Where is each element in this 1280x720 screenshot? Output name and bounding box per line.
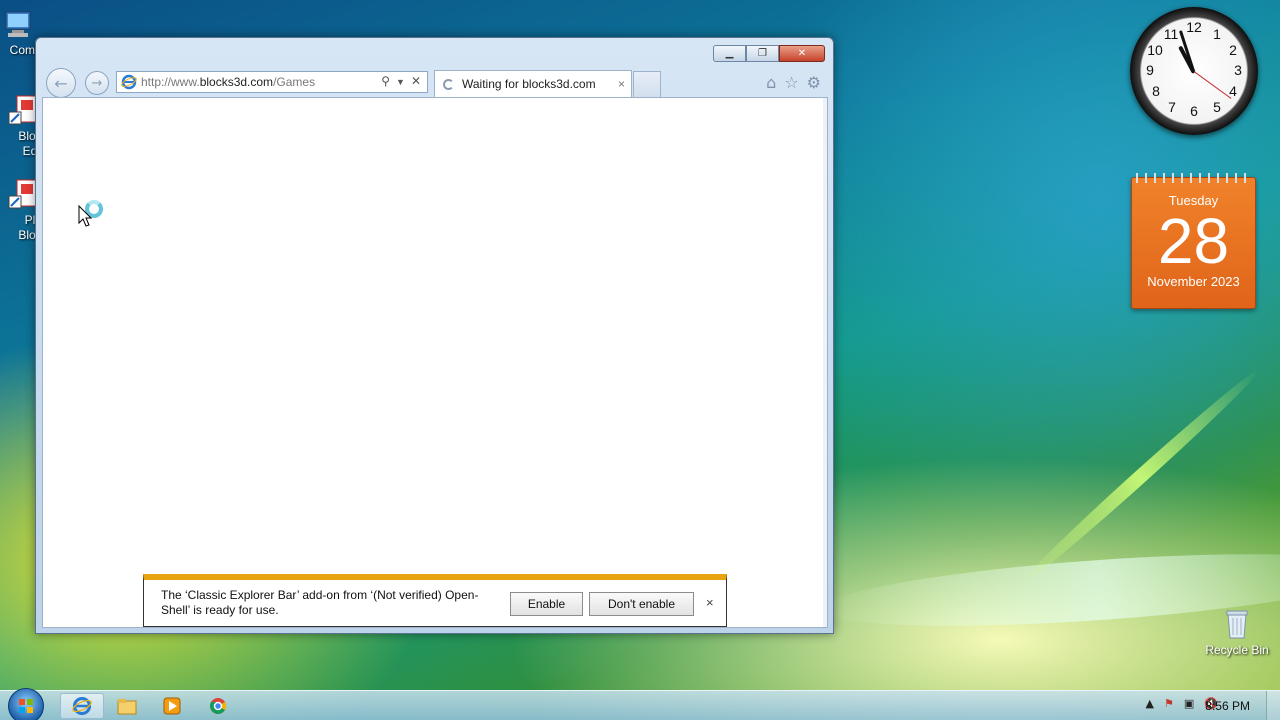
tab-close-icon[interactable]: × <box>618 77 625 91</box>
minimize-button[interactable]: ▁ <box>713 45 746 62</box>
addon-notification-bar: The ‘Classic Explorer Bar’ add-on from ‘… <box>143 574 727 627</box>
clock-number: 6 <box>1190 103 1198 119</box>
enable-button[interactable]: Enable <box>510 592 583 616</box>
ie-page-icon <box>121 74 137 90</box>
clock-number: 5 <box>1213 99 1221 115</box>
back-button[interactable]: ← <box>46 68 76 98</box>
windows-logo-icon <box>19 699 33 713</box>
taskbar-chrome[interactable] <box>196 693 240 719</box>
loading-spinner-icon <box>443 78 454 90</box>
scrollbar[interactable] <box>823 98 827 627</box>
restore-icon: ❐ <box>758 48 767 59</box>
calendar-gadget[interactable]: Tuesday 28 November 2023 <box>1131 173 1256 309</box>
address-tools: ⚲ ▼ ✕ <box>381 74 421 90</box>
page-content[interactable] <box>42 97 828 628</box>
clock-number: 9 <box>1146 62 1154 78</box>
taskbar-media-player[interactable] <box>150 693 194 719</box>
dropdown-arrow-icon[interactable]: ▼ <box>396 74 405 90</box>
show-hidden-icons-icon[interactable]: ▲ <box>1146 697 1154 710</box>
show-desktop-button[interactable] <box>1266 691 1280 720</box>
clock-number: 10 <box>1147 42 1163 58</box>
calendar-rings <box>1136 173 1251 183</box>
clock-number: 2 <box>1229 42 1237 58</box>
folder-icon <box>117 699 137 715</box>
address-bar[interactable]: http://www. blocks3d.com/Games ⚲ ▼ ✕ <box>116 71 428 93</box>
taskbar-file-explorer[interactable] <box>105 693 149 719</box>
home-icon[interactable]: ⌂ <box>766 73 776 92</box>
computer-icon <box>2 8 34 40</box>
url-prefix: http://www. <box>141 75 200 89</box>
forward-button[interactable]: → <box>85 71 109 95</box>
clock-number: 12 <box>1186 19 1202 35</box>
clock-number: 7 <box>1168 99 1176 115</box>
clock-number: 4 <box>1229 83 1237 99</box>
desktop-icon-label: Recycle Bin <box>1205 643 1269 657</box>
window-caption-buttons: ▁ ❐ ✕ <box>713 45 825 62</box>
clock-number: 11 <box>1163 26 1179 42</box>
close-icon: ✕ <box>797 48 807 59</box>
taskbar-clock[interactable]: 8:56 PM <box>1205 699 1250 713</box>
chrome-icon <box>210 698 227 714</box>
internet-explorer-icon <box>72 696 92 716</box>
desktop-icon-recycle-bin[interactable]: Recycle Bin <box>1200 608 1274 657</box>
back-arrow-icon: ← <box>54 73 68 93</box>
minimize-icon: ▁ <box>725 48 734 59</box>
new-tab-button[interactable] <box>633 71 661 97</box>
start-button[interactable] <box>8 688 44 720</box>
action-center-flag-icon[interactable]: ⚑ <box>1164 697 1174 710</box>
clock-gadget[interactable]: 12 1 2 3 4 5 6 7 8 9 10 11 <box>1130 7 1258 135</box>
url-host: blocks3d.com <box>199 75 274 89</box>
close-button[interactable]: ✕ <box>779 45 825 62</box>
search-icon[interactable]: ⚲ <box>381 74 390 90</box>
clock-number: 3 <box>1234 62 1242 78</box>
maximize-button[interactable]: ❐ <box>746 45 779 62</box>
network-icon[interactable]: ▣ <box>1184 697 1194 710</box>
clock-number: 8 <box>1152 83 1160 99</box>
browser-window: ▁ ❐ ✕ ← → http://www. blocks3d.com/Games … <box>35 37 834 634</box>
notification-message: The ‘Classic Explorer Bar’ add-on from ‘… <box>161 588 479 617</box>
url-path: /Games <box>273 75 316 89</box>
stop-icon[interactable]: ✕ <box>411 74 421 90</box>
tab-title: Waiting for blocks3d.com <box>462 77 596 91</box>
recycle-bin-icon <box>1221 608 1253 640</box>
media-player-icon <box>163 697 181 715</box>
clock-number: 1 <box>1213 26 1221 42</box>
command-icons: ⌂ ☆ ⚙ <box>766 73 821 92</box>
calendar-month-year: November 2023 <box>1147 274 1240 289</box>
favorites-star-icon[interactable]: ☆ <box>784 73 798 92</box>
mouse-pointer-icon <box>78 205 92 227</box>
dont-enable-button[interactable]: Don't enable <box>589 592 694 616</box>
notification-close-icon[interactable]: × <box>706 595 714 610</box>
tab-waiting[interactable]: Waiting for blocks3d.com × <box>434 70 632 97</box>
taskbar-internet-explorer[interactable] <box>60 693 104 719</box>
settings-gear-icon[interactable]: ⚙ <box>807 73 821 92</box>
forward-arrow-icon: → <box>91 75 103 91</box>
calendar-day: 28 <box>1157 205 1230 277</box>
taskbar: ▲ ⚑ ▣ 🔇 8:56 PM <box>0 688 1280 720</box>
